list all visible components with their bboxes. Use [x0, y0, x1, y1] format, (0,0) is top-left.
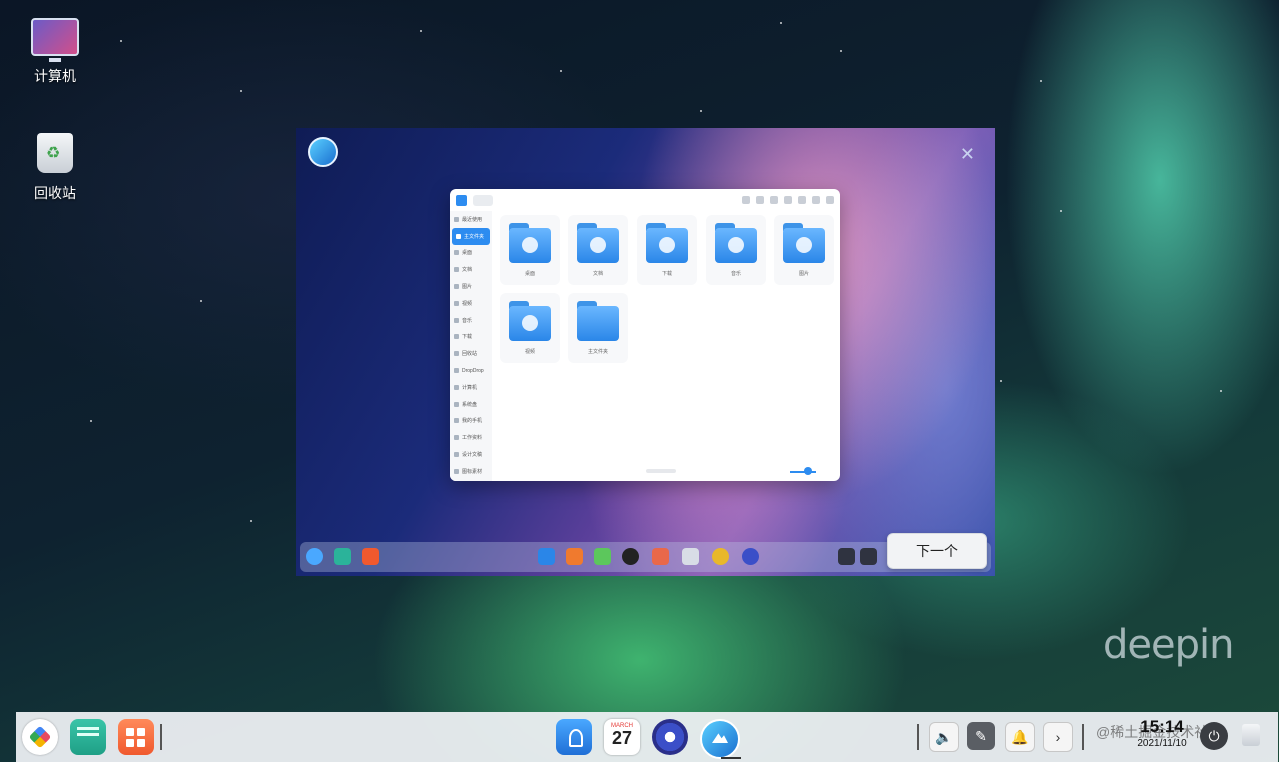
desktop-icon-label: 计算机	[34, 68, 76, 84]
search-icon	[742, 196, 750, 204]
file-manager-preview: 最近使用 主文件夹 桌面 文档 图片 视频 音乐 下载 回收站 DropDrop…	[450, 189, 840, 481]
clock-time: 15:14	[1140, 717, 1184, 736]
dock-separator	[917, 724, 919, 750]
list-view-icon	[770, 196, 778, 204]
desktop-icon-trash[interactable]: 回收站	[15, 133, 95, 203]
folder-icon	[577, 223, 619, 263]
folder-icon	[783, 223, 825, 263]
folder-label: 文档	[592, 271, 603, 277]
sidebar-item: 回收站	[450, 345, 492, 362]
sidebar-item: 工作资料	[450, 429, 492, 446]
nav-buttons	[473, 194, 493, 206]
folder-tile: 文档	[568, 215, 628, 285]
sidebar-item: DropDrop	[450, 362, 492, 379]
sidebar-item: 我的手机	[450, 413, 492, 430]
file-manager-sidebar: 最近使用 主文件夹 桌面 文档 图片 视频 音乐 下载 回收站 DropDrop…	[450, 211, 492, 481]
minimize-icon	[798, 196, 806, 204]
file-manager-titlebar	[450, 189, 840, 211]
folder-icon	[577, 301, 619, 341]
sidebar-item: 设计文稿	[450, 446, 492, 463]
file-manager-icon[interactable]	[556, 719, 592, 755]
sidebar-item: 桌面	[450, 245, 492, 262]
sidebar-item: 音乐	[450, 312, 492, 329]
folder-icon	[509, 301, 551, 341]
power-icon[interactable]: ⏻	[1200, 722, 1228, 750]
menu-icon	[784, 196, 792, 204]
welcome-app-icon[interactable]	[700, 719, 740, 759]
folder-tile: 桌面	[500, 215, 560, 285]
folder-label: 音乐	[730, 271, 741, 277]
sidebar-item: 主文件夹	[452, 227, 490, 245]
computer-icon	[31, 18, 79, 62]
close-icon[interactable]: ✕	[960, 144, 975, 165]
file-manager-statusbar	[496, 467, 840, 477]
clock[interactable]: 15:14 2021/11/10	[1134, 717, 1190, 749]
sidebar-item: 下载	[450, 329, 492, 346]
music-store-icon	[566, 548, 583, 565]
control-center-icon[interactable]	[652, 719, 688, 755]
multitask-icon	[334, 548, 351, 565]
dock-separator	[160, 724, 162, 750]
calendar-day: 27	[611, 728, 633, 748]
sidebar-item: 视频	[450, 295, 492, 312]
music-icon	[594, 548, 611, 565]
launcher-icon[interactable]	[22, 719, 58, 755]
arrow-right-icon[interactable]: ›	[1043, 722, 1073, 752]
sidebar-item: 最近使用	[450, 211, 492, 228]
volume-icon[interactable]: 🔈	[929, 722, 959, 752]
sidebar-item: 图标素材	[450, 463, 492, 480]
desktop-icon-computer[interactable]: 计算机	[15, 18, 95, 86]
file-manager-content: 桌面 文档 下载 音乐 图片 视频 主文件夹	[496, 211, 840, 481]
maximize-icon	[812, 196, 820, 204]
folder-label: 图片	[798, 271, 809, 277]
folder-icon	[646, 223, 688, 263]
desktop-icon-label: 回收站	[34, 185, 76, 201]
folder-tile: 视频	[500, 293, 560, 363]
folder-label: 主文件夹	[587, 349, 608, 355]
sidebar-item: 系统盘	[450, 396, 492, 413]
folder-tile: 主文件夹	[568, 293, 628, 363]
multitask-view-icon[interactable]	[70, 719, 106, 755]
deepin-brand-logo: deepin	[1103, 622, 1234, 668]
trash-icon	[37, 133, 73, 173]
settings-icon	[742, 548, 759, 565]
folder-label: 视频	[524, 349, 535, 355]
calendar-icon[interactable]: MARCH 27	[604, 719, 640, 755]
grid-view-icon	[756, 196, 764, 204]
browser-icon	[712, 548, 729, 565]
folder-label: 下载	[661, 271, 672, 277]
volume-icon	[838, 548, 855, 565]
folder-tile: 下载	[637, 215, 697, 285]
app-store-icon[interactable]	[118, 719, 154, 755]
deepin-logo-icon	[308, 137, 338, 167]
next-button[interactable]: 下一个	[887, 533, 987, 569]
folder-icon	[509, 223, 551, 263]
camera-icon	[682, 548, 699, 565]
zoom-slider	[790, 471, 816, 473]
launcher-icon	[306, 548, 323, 565]
appstore-icon	[362, 548, 379, 565]
close-icon	[826, 196, 834, 204]
tray-icon	[860, 548, 877, 565]
taskbar: MARCH 27 🔈 ✎ 🔔 › @稀土掘金技术社区 15:14 2021/11…	[16, 712, 1278, 762]
pen-icon[interactable]: ✎	[967, 722, 995, 750]
folder-tile: 音乐	[706, 215, 766, 285]
sidebar-item: 文档	[450, 261, 492, 278]
zoom-slider-knob	[804, 467, 812, 475]
dock-separator	[1082, 724, 1084, 750]
video-icon	[622, 548, 639, 565]
notification-icon[interactable]: 🔔	[1005, 722, 1035, 752]
trash-icon[interactable]	[1242, 724, 1260, 746]
file-manager-icon	[538, 548, 555, 565]
image-viewer-icon	[652, 548, 669, 565]
sidebar-item: 图片	[450, 278, 492, 295]
active-indicator	[721, 757, 741, 759]
folder-label: 桌面	[524, 271, 535, 277]
welcome-dialog: ✕ 最近使用 主文件夹 桌面 文档 图片 视频 音乐 下载 回收站 DropDr…	[296, 128, 995, 576]
sidebar-item: 计算机	[450, 379, 492, 396]
file-manager-app-icon	[456, 194, 467, 206]
folder-tile: 图片	[774, 215, 834, 285]
clock-date: 2021/11/10	[1137, 738, 1187, 749]
folder-icon	[715, 223, 757, 263]
